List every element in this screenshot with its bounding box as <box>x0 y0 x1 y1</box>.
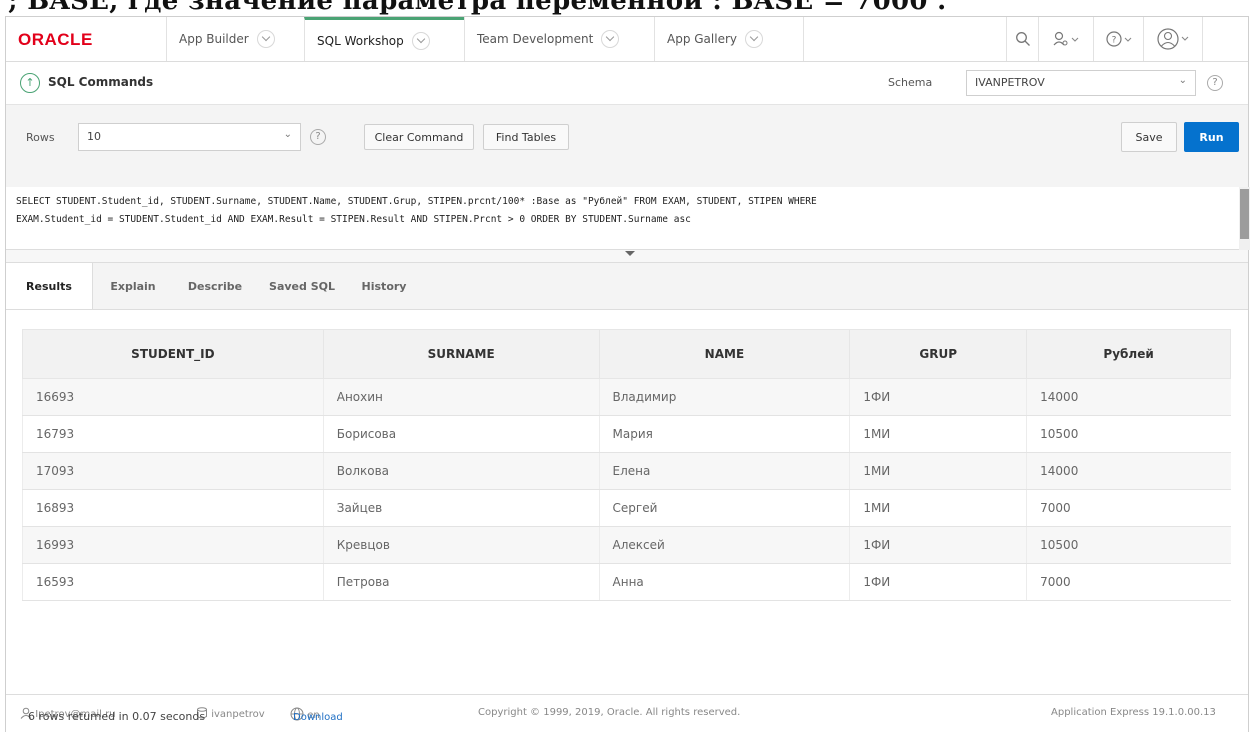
chevron-down-icon: ⌄ <box>283 129 292 140</box>
sql-line-2: EXAM.Student_id = STUDENT.Student_id AND… <box>16 214 691 225</box>
cell-surname: Волкова <box>322 452 600 490</box>
sql-scrollbar-thumb[interactable] <box>1240 189 1249 239</box>
oracle-logo: ORACLE <box>18 30 93 49</box>
column-header-rubley[interactable]: Рублей <box>1026 329 1231 379</box>
cell-surname: Петрова <box>322 563 600 601</box>
tab-describe[interactable]: Describe <box>172 263 258 309</box>
cell-grup: 1МИ <box>849 452 1027 490</box>
footer-workspace[interactable]: ivanpetrov <box>196 707 265 720</box>
cell-name: Сергей <box>598 489 850 527</box>
rows-select[interactable]: 10 ⌄ <box>78 123 301 151</box>
user-menu-button[interactable] <box>1143 17 1203 61</box>
search-icon <box>1015 32 1030 46</box>
breadcrumb: ↑ SQL Commands Schema IVANPETROV ⌄ ? <box>6 62 1248 105</box>
document-text-fragment: ; BASE, где значение параметра переменно… <box>0 0 1255 16</box>
cell-grup: 1МИ <box>849 489 1027 527</box>
cell-student-id: 16693 <box>22 378 324 416</box>
table-row: 16893 Зайцев Сергей 1МИ 7000 <box>22 489 1231 527</box>
apex-window: ORACLE App Builder SQL Workshop Team Dev… <box>5 16 1250 733</box>
cell-student-id: 16793 <box>22 415 324 453</box>
top-navigation: ORACLE App Builder SQL Workshop Team Dev… <box>6 17 1248 62</box>
table-row: 16793 Борисова Мария 1МИ 10500 <box>22 415 1231 453</box>
help-menu-button[interactable]: ? <box>1093 17 1143 61</box>
tab-sql-workshop[interactable]: SQL Workshop <box>304 17 464 61</box>
results-table: STUDENT_ID SURNAME NAME GRUP Рублей 1669… <box>22 329 1231 601</box>
version-info: Application Express 19.1.0.00.13 <box>1051 707 1216 718</box>
admin-menu-button[interactable] <box>1038 17 1093 61</box>
command-toolbar: Rows 10 ⌄ ? Clear Command Find Tables Sav… <box>6 105 1248 188</box>
tab-team-development[interactable]: Team Development <box>464 17 654 61</box>
table-row: 16593 Петрова Анна 1ФИ 7000 <box>22 563 1231 601</box>
cell-name: Мария <box>598 415 850 453</box>
cell-surname: Анохин <box>322 378 600 416</box>
cell-name: Владимир <box>598 378 850 416</box>
cell-grup: 1ФИ <box>849 563 1027 601</box>
sql-line-1: SELECT STUDENT.Student_id, STUDENT.Surna… <box>16 196 817 207</box>
copyright: Copyright © 1999, 2019, Oracle. All righ… <box>478 707 741 718</box>
user-settings-icon <box>1053 31 1079 46</box>
chevron-down-icon <box>601 30 620 48</box>
schema-help-icon[interactable]: ? <box>1207 75 1223 91</box>
column-header-surname[interactable]: SURNAME <box>322 329 600 379</box>
chevron-down-icon <box>256 30 275 48</box>
cell-student-id: 17093 <box>22 452 324 490</box>
table-header-row: STUDENT_ID SURNAME NAME GRUP Рублей <box>22 329 1231 379</box>
cell-student-id: 16993 <box>22 526 324 564</box>
pane-splitter[interactable] <box>6 250 1248 263</box>
find-tables-button[interactable]: Find Tables <box>483 124 569 150</box>
cell-rubley: 7000 <box>1026 489 1231 527</box>
cell-rubley: 10500 <box>1026 526 1231 564</box>
collapse-arrow-icon <box>625 251 635 256</box>
search-button[interactable] <box>1006 17 1038 61</box>
chevron-down-icon: ⌄ <box>1178 75 1187 86</box>
svg-text:?: ? <box>1111 36 1116 46</box>
sql-editor[interactable]: SELECT STUDENT.Student_id, STUDENT.Surna… <box>6 187 1239 250</box>
help-icon: ? <box>1105 31 1131 47</box>
cell-surname: Борисова <box>322 415 600 453</box>
tab-app-gallery[interactable]: App Gallery <box>654 17 804 61</box>
up-arrow-icon[interactable]: ↑ <box>20 73 40 93</box>
table-row: 16993 Кревцов Алексей 1ФИ 10500 <box>22 526 1231 564</box>
column-header-name[interactable]: NAME <box>598 329 851 379</box>
cell-rubley: 10500 <box>1026 415 1231 453</box>
tab-history[interactable]: History <box>346 263 422 309</box>
cell-rubley: 14000 <box>1026 378 1231 416</box>
save-button[interactable]: Save <box>1121 122 1177 152</box>
cell-name: Алексей <box>598 526 850 564</box>
column-header-student-id[interactable]: STUDENT_ID <box>22 329 324 379</box>
results-tabs: Results Explain Describe Saved SQL Histo… <box>6 263 1248 310</box>
cell-surname: Кревцов <box>322 526 600 564</box>
chevron-down-icon <box>745 30 763 48</box>
tab-results[interactable]: Results <box>6 263 93 309</box>
schema-select[interactable]: IVANPETROV ⌄ <box>966 70 1196 96</box>
table-row: 16693 Анохин Владимир 1ФИ 14000 <box>22 378 1231 416</box>
cell-student-id: 16593 <box>22 563 324 601</box>
tab-explain[interactable]: Explain <box>98 263 168 309</box>
cell-name: Елена <box>598 452 850 490</box>
cell-surname: Зайцев <box>322 489 600 527</box>
column-header-grup[interactable]: GRUP <box>849 329 1028 379</box>
cell-grup: 1ФИ <box>849 378 1027 416</box>
rows-label: Rows <box>26 131 55 144</box>
cell-rubley: 14000 <box>1026 452 1231 490</box>
chevron-down-icon <box>411 31 430 50</box>
rows-help-icon[interactable]: ? <box>310 129 326 145</box>
rows-returned-status: 6 rows returned in 0.07 seconds <box>28 710 206 723</box>
schema-label: Schema <box>888 76 933 89</box>
table-row: 17093 Волкова Елена 1МИ 14000 <box>22 452 1231 490</box>
cell-name: Анна <box>598 563 850 601</box>
cell-grup: 1ФИ <box>849 526 1027 564</box>
cell-rubley: 7000 <box>1026 563 1231 601</box>
tab-saved-sql[interactable]: Saved SQL <box>262 263 342 309</box>
cell-grup: 1МИ <box>849 415 1027 453</box>
cell-student-id: 16893 <box>22 489 324 527</box>
clear-command-button[interactable]: Clear Command <box>364 124 474 150</box>
download-link[interactable]: Download <box>293 712 343 723</box>
page-title: SQL Commands <box>48 75 154 89</box>
avatar-icon <box>1157 28 1189 50</box>
tab-app-builder[interactable]: App Builder <box>166 17 304 61</box>
run-button[interactable]: Run <box>1184 122 1239 152</box>
